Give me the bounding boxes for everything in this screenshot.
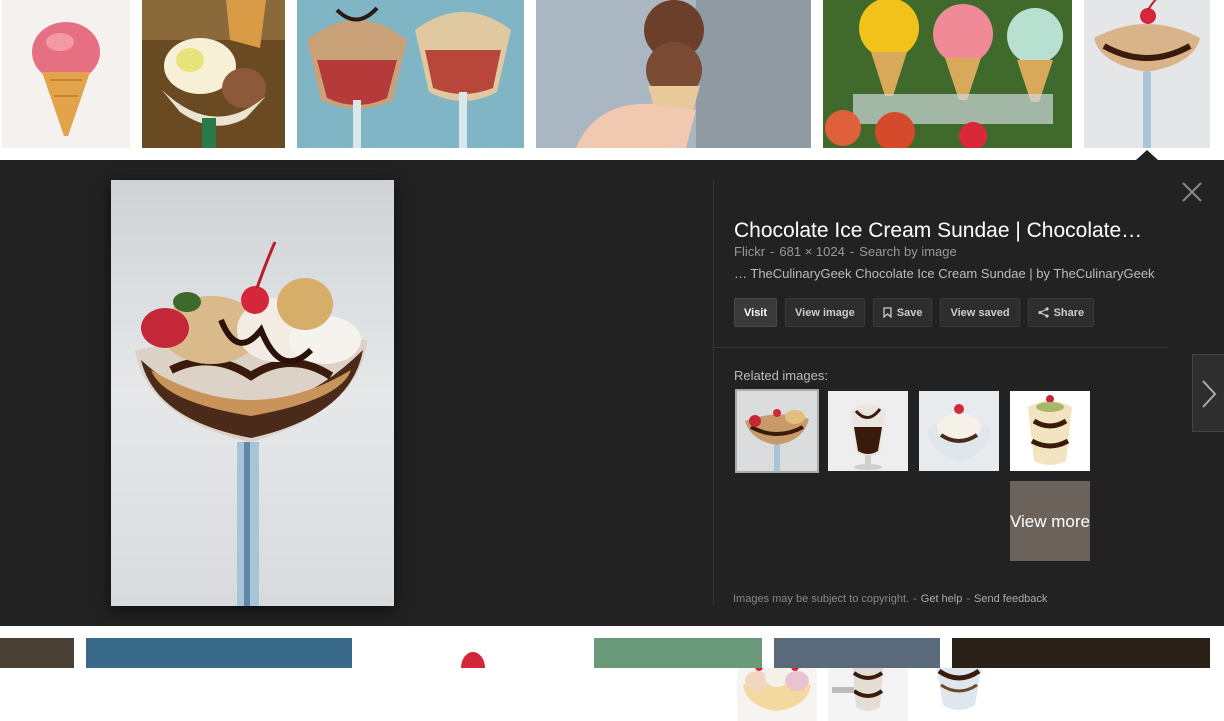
share-button-label: Share <box>1053 306 1085 319</box>
selected-indicator-caret <box>1136 150 1158 160</box>
view-saved-button[interactable]: View saved <box>940 298 1020 327</box>
related-image-1[interactable] <box>735 389 819 473</box>
result-thumbnail-three-cones[interactable] <box>823 0 1072 148</box>
close-button[interactable] <box>1180 180 1204 204</box>
result-thumbnail-bottom-1[interactable] <box>0 638 74 668</box>
result-thumbnail-two-sundaes[interactable] <box>297 0 524 148</box>
related-images-label: Related images: <box>734 368 828 383</box>
image-source[interactable]: Flickr <box>734 244 765 259</box>
share-icon <box>1037 307 1049 318</box>
result-thumbnail-bottom-2[interactable] <box>86 638 352 668</box>
bottom-image-strip <box>0 626 1224 668</box>
image-meta: Flickr -681 × 1024- Search by image <box>734 244 957 259</box>
image-dimensions: 681 × 1024 <box>779 244 845 259</box>
next-image-button[interactable] <box>1192 354 1224 432</box>
result-thumbnail-hand-cone[interactable] <box>536 0 811 148</box>
related-image-4[interactable] <box>1010 391 1090 471</box>
view-more-button[interactable]: View more <box>1010 481 1090 561</box>
get-help-link[interactable]: Get help <box>921 593 963 605</box>
image-detail-panel: Chocolate Ice Cream Sundae | Chocolate… … <box>0 160 1224 721</box>
result-thumbnail-bottom-6[interactable] <box>952 638 1210 668</box>
bookmark-icon <box>883 307 892 318</box>
chevron-right-icon <box>1202 380 1217 408</box>
related-image-2[interactable] <box>828 391 908 471</box>
result-thumbnail-bottom-4[interactable] <box>594 638 762 668</box>
view-image-button[interactable]: View image <box>785 298 865 327</box>
related-image-3[interactable] <box>919 391 999 471</box>
search-by-image-link[interactable]: Search by image <box>859 244 957 259</box>
save-button-label: Save <box>896 306 923 319</box>
copyright-notice: Images may be subject to copyright. <box>733 593 910 605</box>
top-image-strip <box>0 0 1224 160</box>
result-thumbnail-selected-sundae[interactable] <box>1084 0 1210 148</box>
result-thumbnail-bottom-3[interactable] <box>364 638 582 668</box>
image-description: … TheCulinaryGeek Chocolate Ice Cream Su… <box>734 266 1155 281</box>
separator: - <box>849 244 855 259</box>
send-feedback-link[interactable]: Send feedback <box>974 593 1047 605</box>
separator: - <box>770 244 775 259</box>
close-icon <box>1182 182 1202 202</box>
panel-footer: Images may be subject to copyright. - Get … <box>733 593 1047 605</box>
image-title[interactable]: Chocolate Ice Cream Sundae | Chocolate… <box>734 219 1154 243</box>
action-buttons: Visit View image Save View saved Share <box>734 298 1095 327</box>
save-button[interactable]: Save <box>872 298 933 327</box>
separator: - <box>966 593 971 605</box>
panel-divider <box>713 180 714 606</box>
visit-button[interactable]: Visit <box>734 298 778 327</box>
section-divider <box>714 347 1168 348</box>
result-thumbnail-pink-cone[interactable] <box>2 0 130 148</box>
separator: - <box>913 593 917 605</box>
preview-image[interactable] <box>111 180 394 606</box>
share-button[interactable]: Share <box>1027 298 1095 327</box>
result-thumbnail-bottom-5[interactable] <box>774 638 940 668</box>
result-thumbnail-sundae-waffle[interactable] <box>142 0 285 148</box>
